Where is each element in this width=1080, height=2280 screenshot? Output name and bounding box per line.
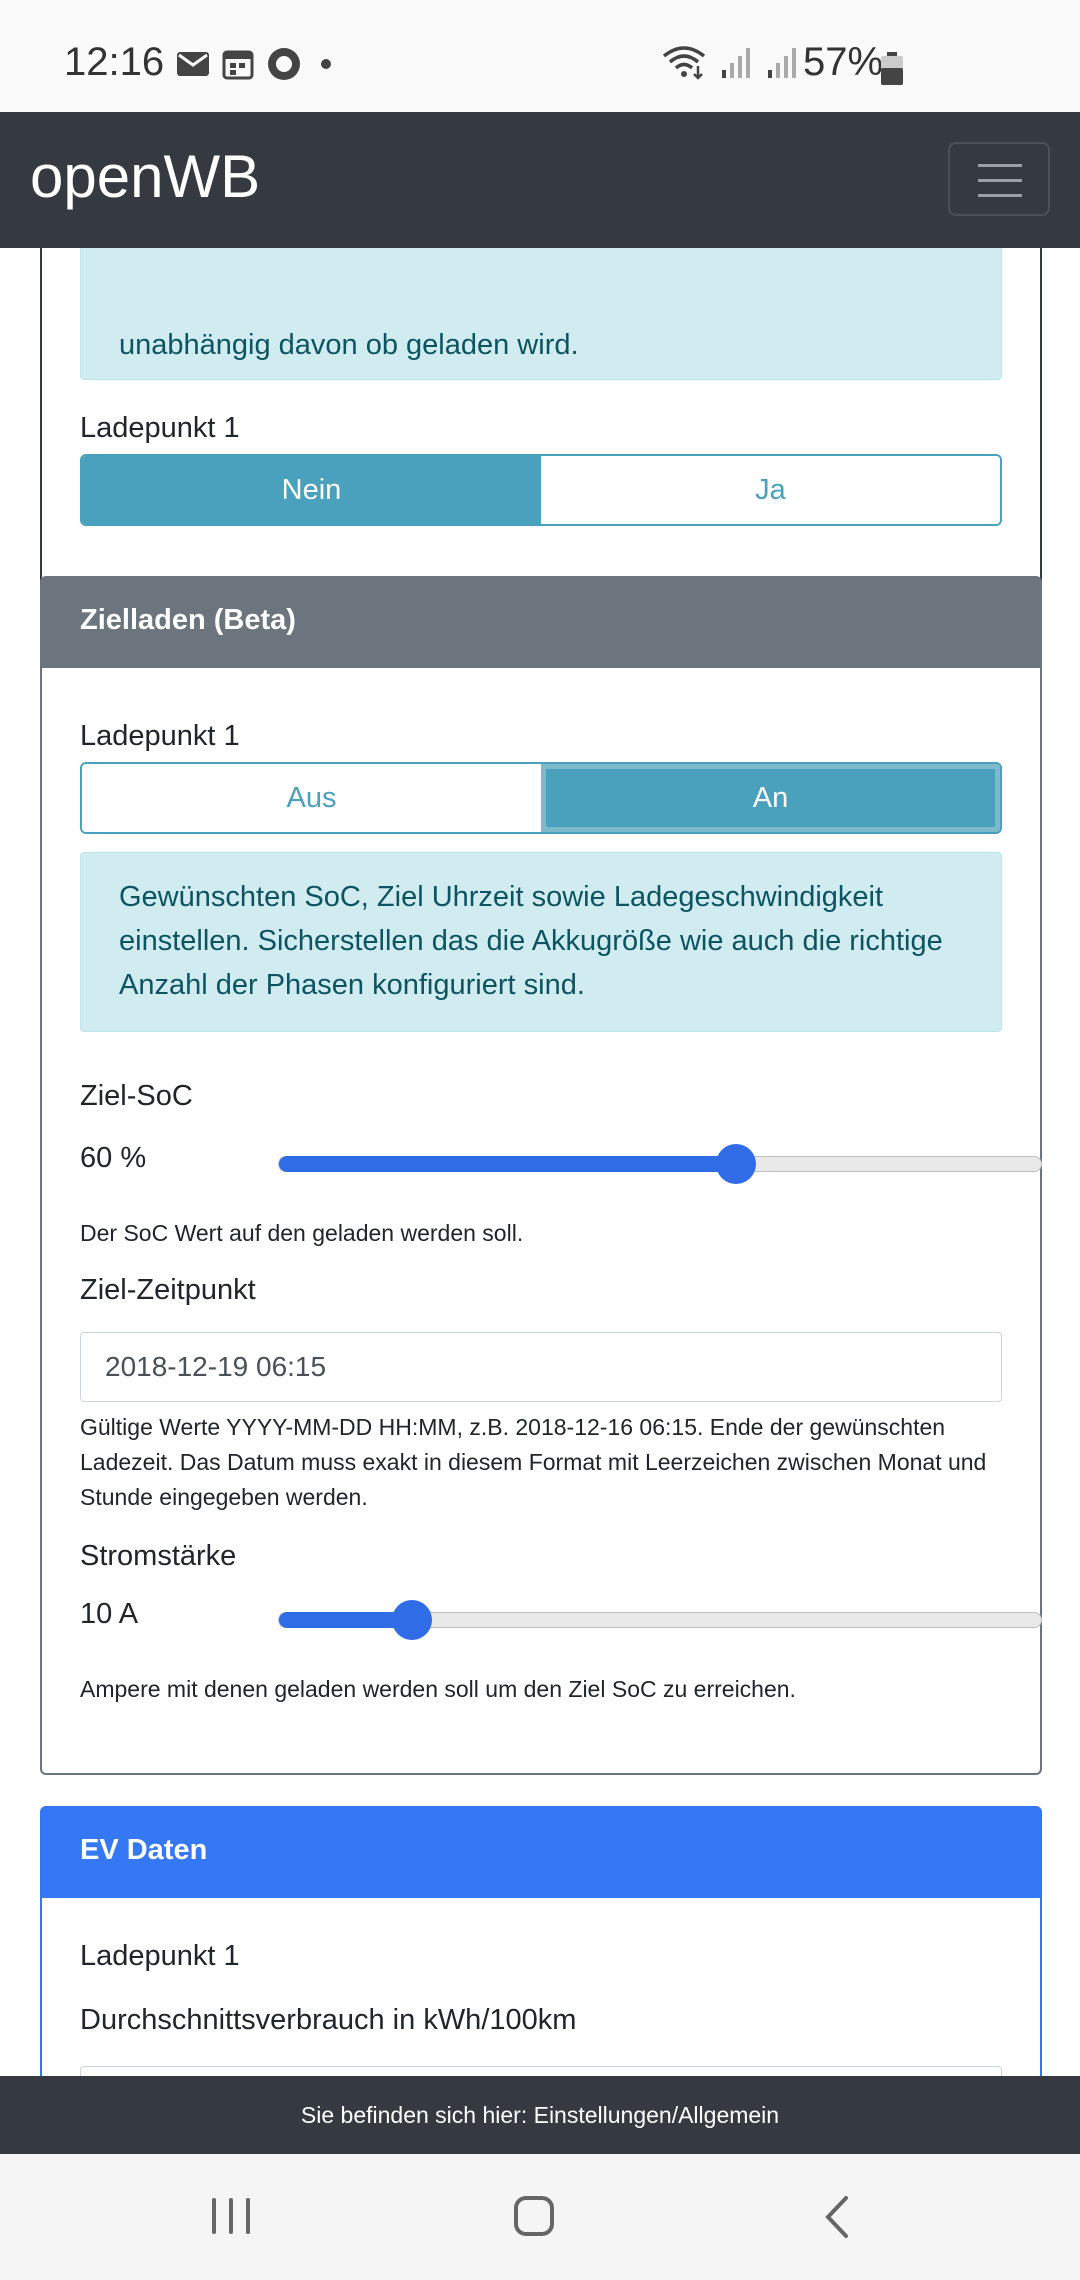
nein-button[interactable]: Nein	[82, 456, 541, 524]
notification-icons	[176, 46, 338, 82]
battery-icon	[881, 52, 903, 85]
stromstaerke-slider-row: 10 A	[80, 1596, 1042, 1640]
ziel-zeitpunkt-input[interactable]: 2018-12-19 06:15	[80, 1332, 1002, 1402]
mail-icon	[177, 52, 209, 76]
android-nav-bar	[0, 2154, 1080, 2280]
location-footer: Sie befinden sich hier: Einstellungen/Al…	[0, 2076, 1080, 2154]
ziel-soc-slider-row: 60 %	[80, 1140, 1042, 1184]
ziel-soc-slider[interactable]	[278, 1144, 1042, 1184]
battery-percent: 57%	[803, 40, 884, 84]
info-alert: unabhängig davon ob geladen wird.	[80, 248, 1002, 380]
status-bar: 12:16 57%	[0, 0, 1080, 112]
stromstaerke-label: Stromstärke	[80, 1540, 237, 1572]
consumption-label: Durchschnittsverbrauch in kWh/100km	[80, 2004, 577, 2036]
signal-icon	[722, 48, 750, 78]
info-alert: Gewünschten SoC, Ziel Uhrzeit sowie Lade…	[80, 852, 1002, 1032]
lp-label: Ladepunkt 1	[80, 720, 240, 752]
ziel-zeitpunkt-label: Ziel-Zeitpunkt	[80, 1274, 256, 1306]
slider-fill	[279, 1156, 737, 1172]
status-time: 12:16	[64, 40, 165, 84]
main-content[interactable]: unabhängig davon ob geladen wird. Ladepu…	[0, 248, 1080, 2076]
alert-text: Gewünschten SoC, Ziel Uhrzeit sowie Lade…	[119, 881, 943, 1001]
card-header: Zielladen (Beta)	[42, 578, 1040, 668]
toggle-group: Aus An	[80, 762, 1002, 834]
ziel-soc-help: Der SoC Wert auf den geladen werden soll…	[80, 1220, 524, 1246]
top-navbar: openWB	[0, 112, 1080, 248]
consumption-input[interactable]	[80, 2066, 1002, 2076]
system-icons	[660, 44, 800, 80]
card-ev-daten: EV Daten Ladepunkt 1 Durchschnittsverbra…	[40, 1806, 1042, 2076]
aus-button[interactable]: Aus	[82, 764, 541, 832]
ziel-soc-label: Ziel-SoC	[80, 1080, 193, 1112]
ziel-zeitpunkt-help: Gültige Werte YYYY-MM-DD HH:MM, z.B. 201…	[80, 1414, 987, 1510]
an-button[interactable]: An	[541, 764, 1000, 832]
stromstaerke-slider[interactable]	[278, 1600, 1042, 1640]
hamburger-menu-icon[interactable]	[948, 142, 1050, 216]
slider-thumb[interactable]	[716, 1144, 757, 1184]
record-icon	[268, 48, 300, 80]
back-icon[interactable]	[822, 2194, 852, 2240]
ziel-soc-value: 60 %	[80, 1142, 147, 1174]
recent-apps-icon[interactable]	[212, 2198, 250, 2234]
alert-text: unabhängig davon ob geladen wird.	[119, 329, 579, 361]
dot-icon	[321, 59, 331, 69]
lp-label: Ladepunkt 1	[80, 1940, 240, 1972]
wifi-icon	[662, 46, 706, 80]
stromstaerke-help: Ampere mit denen geladen werden soll um …	[80, 1676, 796, 1702]
home-icon[interactable]	[514, 2196, 554, 2236]
stromstaerke-value: 10 A	[80, 1598, 139, 1630]
ja-button[interactable]: Ja	[541, 456, 1000, 524]
calendar-icon	[222, 50, 254, 80]
slider-thumb[interactable]	[392, 1600, 433, 1640]
signal-icon	[768, 48, 796, 78]
lp-label: Ladepunkt 1	[80, 412, 240, 444]
toggle-group: Nein Ja	[80, 454, 1002, 526]
brand-logo[interactable]: openWB	[30, 142, 260, 211]
card-header: EV Daten	[42, 1808, 1040, 1898]
card-zielladen: Zielladen (Beta) Ladepunkt 1 Aus An Gewü…	[40, 576, 1042, 1775]
